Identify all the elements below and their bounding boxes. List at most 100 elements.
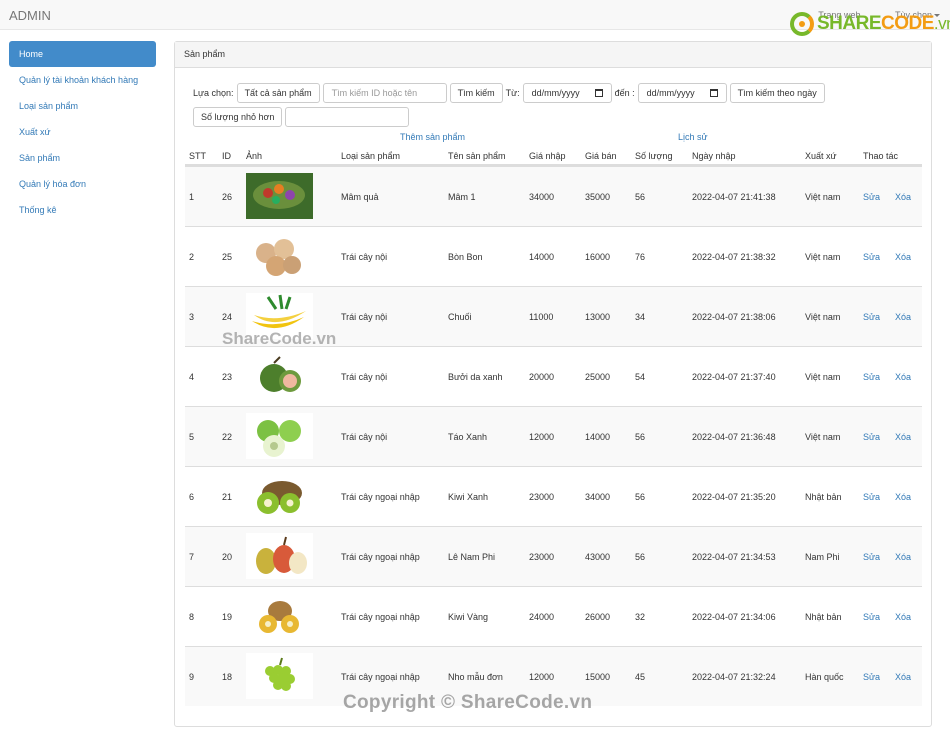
row-stt: 3 — [189, 312, 195, 322]
search-input[interactable]: Tìm kiếm ID hoặc tên — [322, 83, 447, 103]
edit-link[interactable]: Sửa — [863, 192, 880, 202]
delete-link[interactable]: Xóa — [895, 312, 911, 322]
row-origin: Việt nam — [805, 432, 841, 442]
table-row: 7 20 Trái cây ngoại nhập Lê Nam Phi 23000 430… — [185, 526, 922, 586]
sidebar-item-statistics[interactable]: Thống kê — [9, 197, 156, 223]
delete-link[interactable]: Xóa — [895, 492, 911, 502]
column-header: Tên sản phẩm — [448, 151, 506, 161]
row-id: 22 — [222, 432, 233, 442]
delete-link[interactable]: Xóa — [895, 432, 911, 442]
delete-link[interactable]: Xóa — [895, 672, 911, 682]
edit-link[interactable]: Sửa — [863, 492, 880, 502]
table-header: STT ID Ảnh Loại sản phẩm Tên sản phẩm Gi… — [185, 146, 922, 166]
row-import-date: 2022-04-07 21:37:40 — [692, 372, 776, 382]
table-body: 1 26 Mâm quả Mâm 1 34000 35000 56 2022-04-07 21… — [185, 166, 922, 706]
column-header: Số lượng — [635, 151, 673, 161]
edit-link[interactable]: Sửa — [863, 312, 880, 322]
edit-link[interactable]: Sửa — [863, 432, 880, 442]
row-sale-price: 14000 — [585, 432, 611, 442]
row-quantity: 34 — [635, 312, 646, 322]
from-label: Từ: — [505, 88, 520, 98]
row-import-date: 2022-04-07 21:35:20 — [692, 492, 776, 502]
table-row: 2 25 Trái cây nội Bòn Bon 14000 16000 76 2022-0… — [185, 226, 922, 286]
edit-link[interactable]: Sửa — [863, 612, 880, 622]
table-row: 6 21 Trái cây ngoại nhập Kiwi Xanh 23000 3400… — [185, 466, 922, 526]
table-row: 5 22 Trái cây nội Táo Xanh 12000 14000 56 2022-… — [185, 406, 922, 466]
sidebar-item-invoices[interactable]: Quản lý hóa đơn — [9, 171, 156, 197]
panel-title: Sản phẩm — [175, 42, 931, 68]
row-id: 18 — [222, 672, 233, 682]
delete-link[interactable]: Xóa — [895, 192, 911, 202]
sidebar-item-home[interactable]: Home — [9, 41, 156, 67]
row-sale-price: 25000 — [585, 372, 611, 382]
delete-link[interactable]: Xóa — [895, 612, 911, 622]
calendar-icon[interactable] — [709, 89, 718, 97]
row-stt: 5 — [189, 432, 195, 442]
edit-link[interactable]: Sửa — [863, 252, 880, 262]
delete-link[interactable]: Xóa — [895, 372, 911, 382]
row-stt: 6 — [189, 492, 195, 502]
row-product-name: Mâm 1 — [448, 192, 476, 202]
row-id: 26 — [222, 192, 233, 202]
row-sale-price: 35000 — [585, 192, 611, 202]
history-link[interactable]: Lịch sử — [678, 132, 708, 142]
row-import-date: 2022-04-07 21:36:48 — [692, 432, 776, 442]
row-cost-price: 34000 — [529, 192, 555, 202]
row-cost-price: 23000 — [529, 552, 555, 562]
edit-link[interactable]: Sửa — [863, 552, 880, 562]
row-id: 20 — [222, 552, 233, 562]
quantity-input[interactable] — [285, 107, 410, 127]
row-quantity: 76 — [635, 252, 646, 262]
row-origin: Việt nam — [805, 372, 841, 382]
row-stt: 8 — [189, 612, 195, 622]
row-category: Trái cây nội — [341, 372, 388, 382]
row-product-name: Bòn Bon — [448, 252, 483, 262]
add-product-link[interactable]: Thêm sản phẩm — [400, 132, 465, 142]
brand-title[interactable]: ADMIN — [9, 8, 51, 23]
date-search-button[interactable]: Tìm kiếm theo ngày — [729, 83, 825, 103]
row-cost-price: 24000 — [529, 612, 555, 622]
row-id: 23 — [222, 372, 233, 382]
sidebar-item-product-categories[interactable]: Loại sản phẩm — [9, 93, 156, 119]
column-header: Loại sản phẩm — [341, 151, 401, 161]
row-category: Trái cây ngoại nhập — [341, 612, 420, 622]
edit-link[interactable]: Sửa — [863, 672, 880, 682]
calendar-icon[interactable] — [594, 89, 603, 97]
column-header: ID — [222, 151, 231, 161]
pomelo-image — [246, 353, 313, 399]
kiwi-gold-image — [246, 593, 313, 639]
sharecode-logo-text: SHARECODE.vn — [817, 13, 950, 34]
watermark-copyright: Copyright © ShareCode.vn — [343, 692, 593, 713]
quantity-less-button[interactable]: Số lượng nhỏ hơn — [193, 107, 283, 127]
sidebar-item-origin[interactable]: Xuất xứ — [9, 119, 156, 145]
sharecode-logo: SHARECODE.vn — [790, 11, 950, 37]
row-origin: Việt nam — [805, 252, 841, 262]
all-products-button[interactable]: Tất cả sản phẩm — [236, 83, 320, 103]
edit-link[interactable]: Sửa — [863, 372, 880, 382]
delete-link[interactable]: Xóa — [895, 552, 911, 562]
action-links: Thêm sản phẩm Lịch sử — [175, 132, 933, 144]
row-sale-price: 15000 — [585, 672, 611, 682]
table-row: 4 23 Trái cây nội Bưởi da xanh 20000 25000 54 2… — [185, 346, 922, 406]
to-date-input[interactable]: dd/mm/yyyy — [637, 83, 727, 103]
row-category: Trái cây nội — [341, 432, 388, 442]
row-import-date: 2022-04-07 21:38:06 — [692, 312, 776, 322]
row-cost-price: 12000 — [529, 432, 555, 442]
column-header: Ảnh — [246, 151, 263, 161]
search-button[interactable]: Tìm kiếm — [449, 83, 503, 103]
row-cost-price: 12000 — [529, 672, 555, 682]
row-id: 19 — [222, 612, 233, 622]
row-import-date: 2022-04-07 21:34:53 — [692, 552, 776, 562]
to-label: đến : — [614, 88, 635, 98]
sidebar-item-products[interactable]: Sản phẩm — [9, 145, 156, 171]
row-quantity: 56 — [635, 192, 646, 202]
row-product-name: Kiwi Xanh — [448, 492, 489, 502]
row-id: 24 — [222, 312, 233, 322]
delete-link[interactable]: Xóa — [895, 252, 911, 262]
sidebar-item-customer-accounts[interactable]: Quản lý tài khoản khách hàng — [9, 67, 156, 93]
row-category: Trái cây nội — [341, 312, 388, 322]
row-stt: 2 — [189, 252, 195, 262]
row-sale-price: 26000 — [585, 612, 611, 622]
row-import-date: 2022-04-07 21:34:06 — [692, 612, 776, 622]
from-date-input[interactable]: dd/mm/yyyy — [522, 83, 612, 103]
